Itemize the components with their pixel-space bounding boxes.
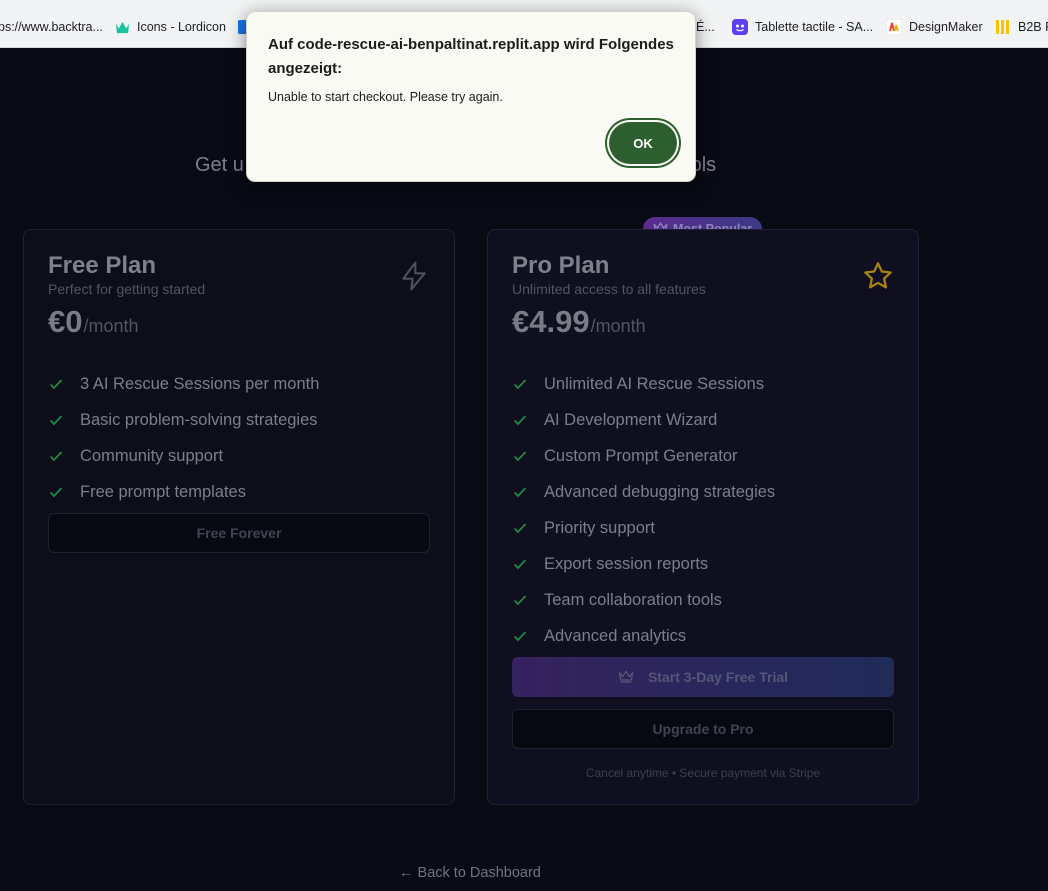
designmaker-icon [886,19,902,35]
price-period: /month [83,316,139,336]
plan-title: Free Plan [48,252,157,279]
check-icon [512,628,528,644]
feature-label: Unlimited AI Rescue Sessions [544,374,765,393]
lightning-icon [398,260,430,292]
feature-label: Priority support [544,518,655,537]
check-icon [48,484,64,500]
back-to-dashboard-link[interactable]: ← Back to Dashboard [399,865,541,881]
alert-dialog: Auf code-rescue-ai-benpaltinat.replit.ap… [246,11,696,182]
feature-label: Free prompt templates [80,482,246,501]
bookmark-label: É... [696,20,715,34]
bookmark-b2b[interactable]: B2B P [995,16,1048,38]
feature-label: AI Development Wizard [544,410,718,429]
feature-label: Basic problem-solving strategies [80,410,318,429]
bookmark-e[interactable]: É... [696,16,715,38]
feature-label: Advanced analytics [544,626,687,645]
check-icon [512,376,528,392]
check-icon [48,412,64,428]
check-icon [512,412,528,428]
feature-item: Advanced analytics [512,618,775,654]
check-icon [512,484,528,500]
feature-item: Community support [48,438,319,474]
fine-print: Cancel anytime • Secure payment via Stri… [585,766,821,780]
free-forever-button[interactable]: Free Forever [48,513,430,553]
subtitle-start: Get u [195,154,244,176]
feature-item: Team collaboration tools [512,582,775,618]
bookmark-label: ps://www.backtra... [0,20,103,34]
feature-item: Priority support [512,510,775,546]
plan-description: Unlimited access to all features [512,281,706,297]
check-icon [48,448,64,464]
feature-list: 3 AI Rescue Sessions per month Basic pro… [48,366,319,510]
check-icon [512,592,528,608]
feature-label: Community support [80,446,224,465]
bookmark-backtrack[interactable]: ps://www.backtra... [0,16,103,38]
bars-icon [995,19,1011,35]
price-amount: €0 [48,304,83,339]
free-plan-card: Free Plan Perfect for getting started €0… [23,229,455,805]
upgrade-to-pro-button[interactable]: Upgrade to Pro [512,709,894,749]
lordicon-icon [114,19,130,35]
feature-label: Advanced debugging strategies [544,482,776,501]
feature-list: Unlimited AI Rescue Sessions AI Developm… [512,366,775,654]
alert-title: Auf code-rescue-ai-benpaltinat.replit.ap… [268,36,674,77]
bookmark-designmaker[interactable]: DesignMaker [886,16,983,38]
feature-item: 3 AI Rescue Sessions per month [48,366,319,402]
plan-price: €4.99 /month [512,304,646,340]
feature-item: Custom Prompt Generator [512,438,775,474]
check-icon [48,376,64,392]
ok-button[interactable]: OK [609,122,677,164]
bookmark-label: Icons - Lordicon [137,20,226,34]
app-icon [732,19,748,35]
feature-label: Custom Prompt Generator [544,446,738,465]
pro-plan-card: Pro Plan Unlimited access to all feature… [487,229,919,805]
check-icon [512,448,528,464]
feature-item: Unlimited AI Rescue Sessions [512,366,775,402]
bookmark-lordicon[interactable]: Icons - Lordicon [114,16,226,38]
feature-item: AI Development Wizard [512,402,775,438]
plan-title: Pro Plan [512,252,610,279]
trial-button-label: Start 3-Day Free Trial [647,669,789,685]
price-amount: €4.99 [512,304,590,339]
price-period: /month [590,316,646,336]
feature-label: 3 AI Rescue Sessions per month [80,374,320,393]
alert-message: Unable to start checkout. Please try aga… [268,90,503,104]
feature-item: Basic problem-solving strategies [48,402,319,438]
crown-icon [618,669,634,686]
bookmark-label: B2B P [1018,20,1048,34]
feature-item: Advanced debugging strategies [512,474,775,510]
bookmark-label: Tablette tactile - SA... [755,20,874,34]
feature-label: Export session reports [544,554,709,573]
star-icon [862,260,894,292]
bookmark-label: DesignMaker [909,20,983,34]
check-icon [512,556,528,572]
plan-description: Perfect for getting started [48,281,206,297]
check-icon [512,520,528,536]
bookmark-tablette[interactable]: Tablette tactile - SA... [732,16,873,38]
feature-item: Free prompt templates [48,474,319,510]
feature-label: Team collaboration tools [544,590,722,609]
feature-item: Export session reports [512,546,775,582]
plan-price: €0 /month [48,304,139,340]
start-trial-button[interactable]: Start 3-Day Free Trial [512,657,894,697]
